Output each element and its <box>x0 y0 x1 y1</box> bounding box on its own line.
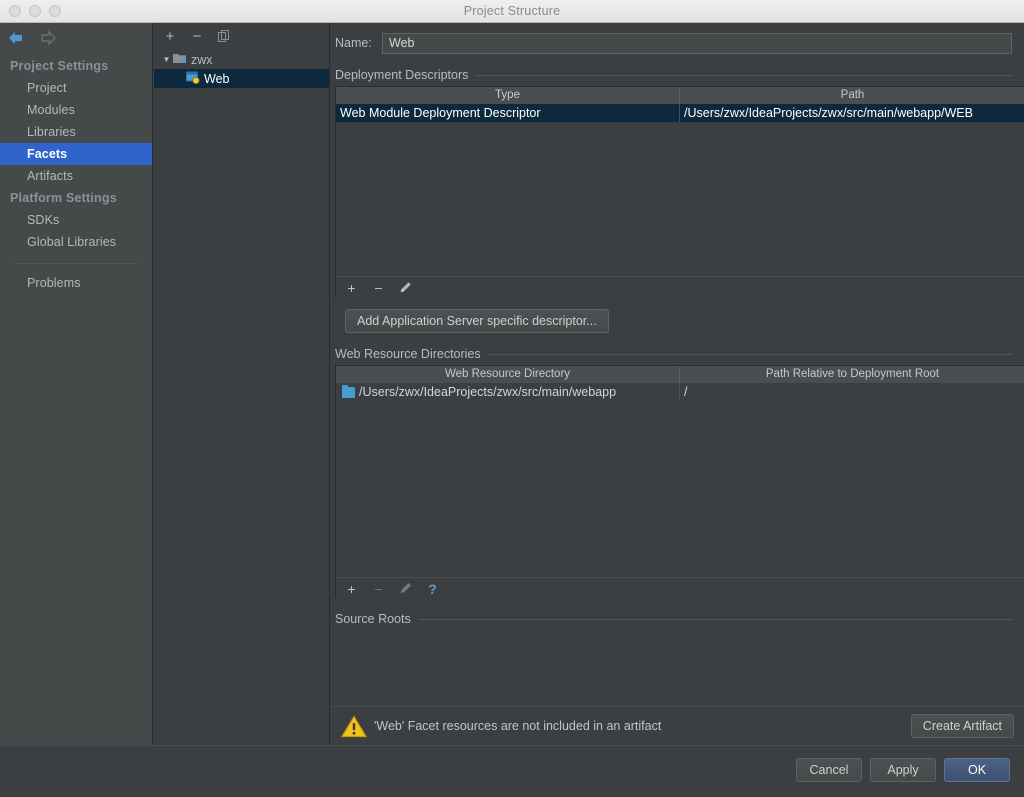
tree-node-facet-web[interactable]: Web <box>154 69 329 88</box>
facet-name-input[interactable]: Web <box>382 32 1012 54</box>
chevron-down-icon[interactable]: ▼ <box>160 55 173 64</box>
remove-facet-button[interactable]: − <box>189 29 205 45</box>
table-row[interactable]: Web Module Deployment Descriptor /Users/… <box>336 104 1024 122</box>
sidebar-item-project[interactable]: Project <box>0 77 152 99</box>
add-descriptor-button[interactable]: + <box>344 280 359 295</box>
sidebar-item-libraries[interactable]: Libraries <box>0 121 152 143</box>
artifact-warning-text: 'Web' Facet resources are not included i… <box>374 719 662 733</box>
module-icon <box>173 52 187 67</box>
column-header-type[interactable]: Type <box>336 87 680 104</box>
section-divider <box>488 353 1012 355</box>
deployment-descriptors-label: Deployment Descriptors <box>335 68 469 82</box>
dialog-actions: Cancel Apply OK <box>796 758 1010 782</box>
window-title: Project Structure <box>463 4 561 18</box>
table-header-row: Web Resource Directory Path Relative to … <box>336 366 1024 383</box>
sidebar-group-platform-settings: Platform Settings <box>10 191 117 205</box>
table-body: Web Module Deployment Descriptor /Users/… <box>336 104 1024 276</box>
edit-descriptor-button[interactable] <box>398 280 413 295</box>
column-header-path[interactable]: Path <box>680 87 1024 104</box>
artifact-warning-bar: 'Web' Facet resources are not included i… <box>331 706 1024 745</box>
tree-node-module-zwx[interactable]: ▼ zwx <box>154 50 329 69</box>
apply-button[interactable]: Apply <box>870 758 936 782</box>
web-facet-icon <box>186 71 200 87</box>
facet-name-label: Name: <box>335 36 372 50</box>
project-structure-dialog: Project Structure Project Settings Proje… <box>0 0 1024 797</box>
deployment-descriptors-toolbar: + − <box>336 276 1024 298</box>
column-header-path-relative[interactable]: Path Relative to Deployment Root <box>680 366 1024 383</box>
facet-details-panel: Name: Web Deployment Descriptors Type Pa… <box>331 23 1024 745</box>
sidebar-item-global-libraries[interactable]: Global Libraries <box>0 231 152 253</box>
table-row[interactable]: /Users/zwx/IdeaProjects/zwx/src/main/web… <box>336 383 1024 401</box>
cell-web-resource-directory-text: /Users/zwx/IdeaProjects/zwx/src/main/web… <box>359 385 617 399</box>
facets-tree: ▼ zwx Web <box>154 50 329 88</box>
cell-path: /Users/zwx/IdeaProjects/zwx/src/main/web… <box>684 106 973 120</box>
sidebar-item-artifacts[interactable]: Artifacts <box>0 165 152 187</box>
deployment-descriptors-section-header: Deployment Descriptors <box>335 68 1012 82</box>
cancel-button[interactable]: Cancel <box>796 758 862 782</box>
forward-arrow-icon <box>38 30 57 46</box>
warning-icon <box>340 714 368 738</box>
add-application-server-descriptor-button[interactable]: Add Application Server specific descript… <box>345 309 609 333</box>
cell-web-resource-directory: /Users/zwx/IdeaProjects/zwx/src/main/web… <box>336 383 680 401</box>
section-divider <box>476 74 1012 76</box>
help-resource-dir-button[interactable]: ? <box>425 581 440 596</box>
sidebar-item-modules[interactable]: Modules <box>0 99 152 121</box>
facets-tree-toolbar: + − <box>154 23 329 50</box>
create-artifact-button[interactable]: Create Artifact <box>910 714 1014 738</box>
web-resource-directories-section-header: Web Resource Directories <box>335 347 1012 361</box>
sidebar-items: Project Settings Project Modules Librari… <box>0 55 152 294</box>
add-resource-dir-button[interactable]: + <box>344 581 359 596</box>
web-resource-directories-toolbar: + − ? <box>336 577 1024 599</box>
facets-tree-panel: + − ▼ zwx Web <box>154 23 330 745</box>
remove-descriptor-button[interactable]: − <box>371 280 386 295</box>
cell-type: Web Module Deployment Descriptor <box>336 104 680 122</box>
folder-icon <box>342 384 355 398</box>
ok-button[interactable]: OK <box>944 758 1010 782</box>
window-title-bar: Project Structure <box>0 0 1024 23</box>
column-header-web-resource-directory[interactable]: Web Resource Directory <box>336 366 680 383</box>
section-divider <box>418 618 1012 620</box>
remove-resource-dir-button: − <box>374 580 383 597</box>
dialog-button-bar: http://blog.csdn.net/weixin_38410429 Can… <box>0 745 1024 797</box>
sidebar-item-problems[interactable]: Problems <box>0 272 152 294</box>
sidebar-item-facets[interactable]: Facets <box>0 143 152 165</box>
deployment-descriptors-table: Type Path Web Module Deployment Descript… <box>335 86 1024 298</box>
sidebar-group-project-settings: Project Settings <box>10 59 109 73</box>
add-facet-button[interactable]: + <box>162 29 178 45</box>
sidebar-item-sdks[interactable]: SDKs <box>0 209 152 231</box>
web-resource-directories-table: Web Resource Directory Path Relative to … <box>335 365 1024 599</box>
tree-node-label: Web <box>204 71 230 86</box>
table-body: /Users/zwx/IdeaProjects/zwx/src/main/web… <box>336 383 1024 577</box>
table-header-row: Type Path <box>336 87 1024 104</box>
back-arrow-icon[interactable] <box>7 30 26 46</box>
settings-sidebar: Project Settings Project Modules Librari… <box>0 23 153 797</box>
source-roots-label: Source Roots <box>335 612 411 626</box>
copy-facet-button[interactable] <box>216 29 232 45</box>
sidebar-nav-arrows <box>0 23 152 53</box>
tree-node-label: zwx <box>191 52 213 67</box>
cell-path-relative: / <box>684 385 688 399</box>
sidebar-divider <box>14 263 138 264</box>
edit-resource-dir-button <box>398 581 413 596</box>
source-roots-section-header: Source Roots <box>335 612 1012 626</box>
facet-name-row: Name: Web <box>335 32 1012 54</box>
web-resource-directories-label: Web Resource Directories <box>335 347 481 361</box>
